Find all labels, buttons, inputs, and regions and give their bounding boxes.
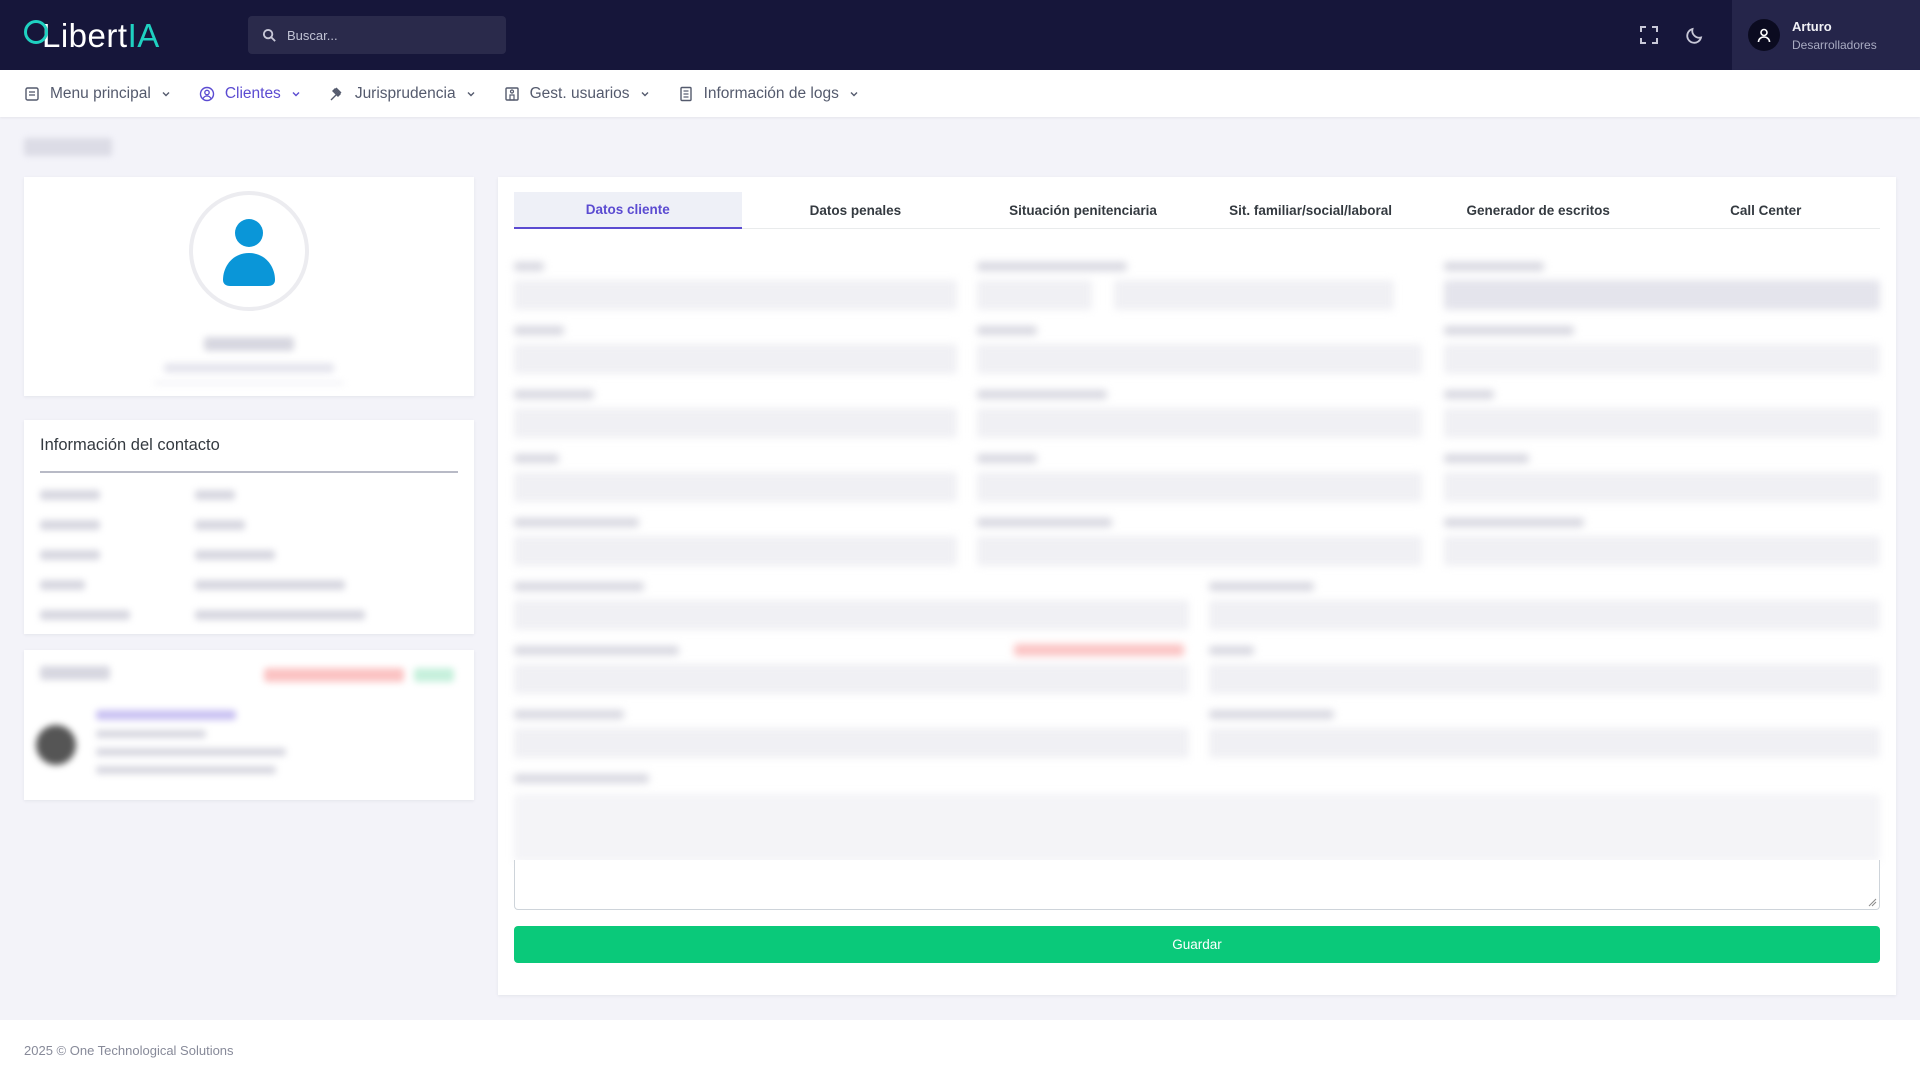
user-circle-icon — [199, 86, 215, 101]
tab-bar: Datos cliente Datos penales Situación pe… — [514, 192, 1880, 229]
divider — [154, 382, 344, 384]
save-button[interactable]: Guardar — [514, 926, 1880, 963]
fullscreen-icon — [1640, 26, 1658, 44]
contact-title: Información del contacto — [40, 436, 220, 454]
groups-card — [24, 650, 474, 800]
resize-handle-icon[interactable] — [1868, 898, 1877, 907]
tab-datos-penales[interactable]: Datos penales — [742, 192, 970, 229]
nav-label: Información de logs — [703, 84, 839, 102]
profile-card — [24, 177, 474, 396]
tab-generador-escritos[interactable]: Generador de escritos — [1424, 192, 1652, 229]
logo-mark-icon — [24, 20, 48, 44]
contact-details — [40, 480, 458, 630]
nav-gest-usuarios[interactable]: Gest. usuarios — [504, 70, 650, 117]
client-detail-card: Datos cliente Datos penales Situación pe… — [498, 177, 1896, 995]
search-box — [248, 16, 506, 54]
nav-clientes[interactable]: Clientes — [199, 70, 301, 117]
client-avatar — [189, 191, 309, 311]
topbar: LibertIA Arturo Desarrolladores — [0, 0, 1920, 70]
nav-label: Gest. usuarios — [529, 84, 630, 102]
chevron-down-icon — [850, 91, 858, 96]
tab-call-center[interactable]: Call Center — [1652, 192, 1880, 229]
fullscreen-button[interactable] — [1634, 20, 1664, 50]
file-text-icon — [679, 86, 692, 101]
nav-menu-principal[interactable]: Menu principal — [24, 70, 171, 117]
nav-informacion-logs[interactable]: Información de logs — [678, 70, 859, 117]
main-nav: Menu principal Clientes Jurisprudencia G… — [0, 70, 1920, 117]
footer-text: 2025 © One Technological Solutions — [24, 1042, 234, 1058]
breadcrumb — [24, 138, 112, 156]
logo-text-accent: IA — [127, 17, 160, 54]
chevron-down-icon — [641, 91, 649, 96]
nav-label: Clientes — [224, 84, 281, 102]
person-icon — [223, 219, 275, 286]
chevron-down-icon — [467, 91, 475, 96]
observations-textarea[interactable] — [514, 860, 1880, 910]
user-role: Desarrolladores — [1792, 37, 1877, 52]
chevron-down-icon — [292, 91, 300, 96]
gavel-icon — [330, 87, 342, 100]
tab-datos-cliente[interactable]: Datos cliente — [514, 192, 742, 229]
client-name — [204, 337, 294, 351]
document-icon — [25, 86, 39, 101]
avatar — [1748, 19, 1780, 51]
nav-jurisprudencia[interactable]: Jurisprudencia — [329, 70, 476, 117]
nav-label: Menu principal — [50, 84, 151, 102]
logo[interactable]: Libert IA — [24, 17, 160, 54]
footer: 2025 © One Technological Solutions — [0, 1020, 1920, 1080]
moon-icon — [1686, 27, 1703, 44]
building-icon — [504, 86, 519, 101]
chevron-down-icon — [162, 91, 170, 96]
divider — [40, 471, 458, 473]
client-form — [514, 242, 1880, 862]
dark-mode-button[interactable] — [1680, 20, 1710, 50]
client-subtitle — [164, 363, 334, 373]
nav-label: Jurisprudencia — [354, 84, 456, 102]
logo-text: Libert — [42, 17, 128, 54]
search-input[interactable] — [287, 27, 487, 43]
user-name: Arturo — [1792, 18, 1832, 34]
user-icon — [1757, 28, 1771, 43]
search-icon — [262, 28, 276, 42]
groups-content — [24, 650, 474, 800]
contact-card: Información del contacto — [24, 420, 474, 634]
user-menu[interactable]: Arturo Desarrolladores — [1732, 0, 1920, 70]
tab-sit-familiar[interactable]: Sit. familiar/social/laboral — [1197, 192, 1425, 229]
tab-situacion-penitenciaria[interactable]: Situación penitenciaria — [969, 192, 1197, 229]
